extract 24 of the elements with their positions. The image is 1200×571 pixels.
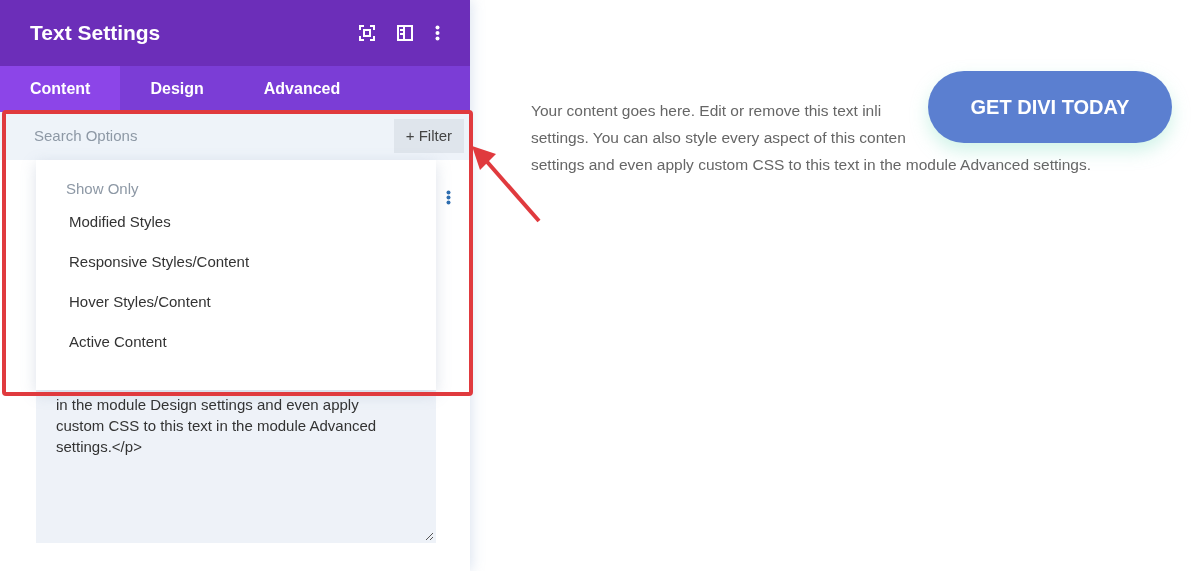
- menu-item[interactable]: Modified Styles: [66, 210, 436, 251]
- panel-title: Text Settings: [30, 20, 162, 46]
- columns-icon[interactable]: [397, 25, 413, 41]
- resize-grip-icon[interactable]: [424, 531, 434, 541]
- more-icon[interactable]: [446, 190, 451, 205]
- fullscreen-icon[interactable]: [359, 25, 375, 41]
- menu-heading: Show Only: [66, 179, 140, 199]
- tab[interactable]: Content: [0, 66, 121, 112]
- search-field[interactable]: Search Options: [0, 112, 394, 160]
- content-editor[interactable]: in the module Design settings and even apply custom CSS to this text in the module Advanced settings.</p>: [36, 390, 436, 543]
- tab[interactable]: Advanced: [233, 66, 371, 112]
- editor-text-line: in the module Design settings and even apply: [56, 395, 360, 415]
- tab[interactable]: Design: [120, 66, 234, 112]
- get-divi-button[interactable]: GET DIVI TODAY: [928, 71, 1172, 143]
- preview-text-line: Your content goes here. Edit or remove this text inli: [531, 101, 882, 121]
- preview-text-line: settings. You can also style every aspect of this conten: [531, 128, 906, 148]
- editor-text-line: settings.</p>: [56, 437, 143, 457]
- preview-text-line: settings and even apply custom CSS to this text in the module Advanced settings.: [531, 155, 1092, 175]
- menu-item[interactable]: Hover Styles/Content: [66, 290, 436, 331]
- menu-item[interactable]: Active Content: [66, 330, 436, 371]
- editor-text-line: custom CSS to this text in the module Advanced: [56, 416, 378, 436]
- filter-button[interactable]: + Filter: [393, 112, 470, 160]
- more-icon[interactable]: [435, 25, 440, 41]
- menu-item[interactable]: Responsive Styles/Content: [66, 250, 436, 291]
